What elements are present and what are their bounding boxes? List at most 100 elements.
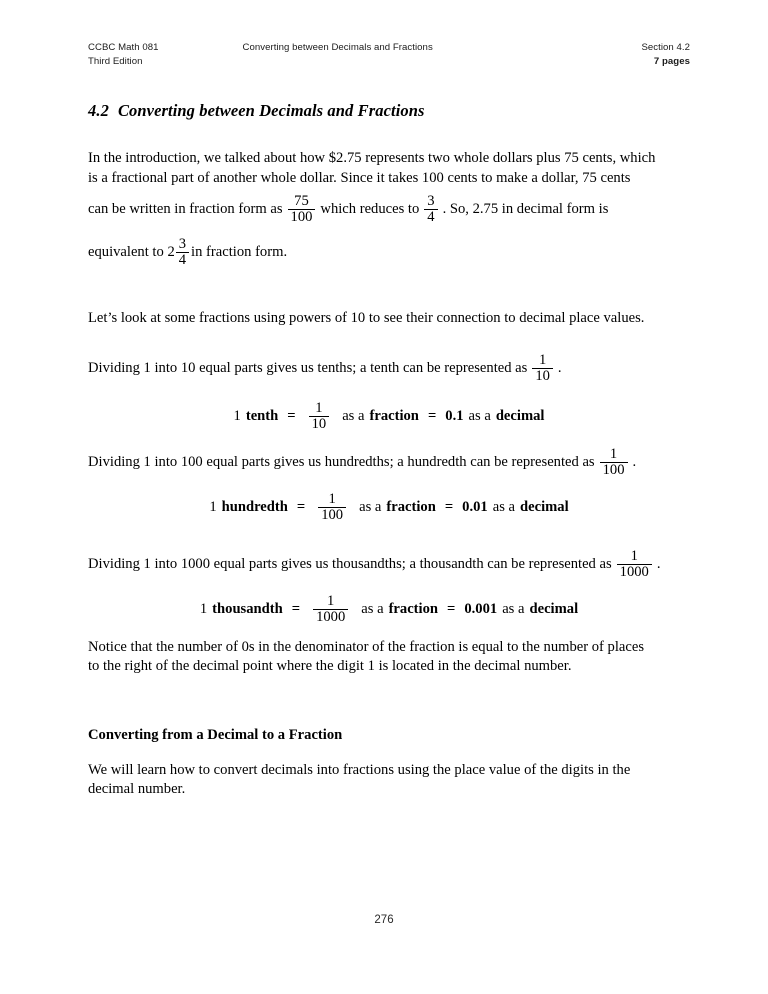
intro-text-line3a: can be written in fraction form as bbox=[88, 201, 283, 218]
fraction-numerator: 75 bbox=[294, 192, 309, 209]
fraction-numerator: 1 bbox=[538, 351, 547, 368]
hundredths-eq-fraction-word: fraction bbox=[386, 499, 436, 516]
hundredths-eq-equals-2: = bbox=[444, 499, 454, 516]
notice-paragraph-line2: to the right of the decimal point where … bbox=[88, 656, 690, 677]
tenths-eq-as-a-1: as a bbox=[342, 408, 365, 425]
hundredths-eq-decimal-word: decimal bbox=[520, 499, 569, 516]
fraction-1-over-10: 1 10 bbox=[532, 352, 553, 385]
fraction-3-over-4: 34 bbox=[424, 192, 438, 226]
fraction-1-over-1000: 1 1000 bbox=[616, 547, 652, 581]
tenths-eq-fraction-word: fraction bbox=[369, 408, 419, 425]
section-number: 4.2 bbox=[88, 101, 109, 121]
hundredths-eq-equals-1: = bbox=[296, 499, 306, 516]
fraction-numerator: 1 bbox=[327, 592, 335, 609]
hundredths-sentence: Dividing 1 into 100 equal parts gives us… bbox=[88, 446, 690, 479]
thousandths-equation: 1 thousandth = 1 1000 as a fraction = 0.001 as ad… bbox=[88, 593, 690, 626]
edition-label: Third Edition bbox=[88, 55, 143, 67]
tenths-eq-count: 1 bbox=[233, 408, 241, 425]
page-count-label: 7 pages bbox=[653, 55, 690, 67]
converting-section-heading: Converting from a Decimal to a Fraction bbox=[88, 725, 690, 745]
hundredths-equation: 1 hundredth = 1 100 as a fraction = 0.01 as a deci… bbox=[88, 491, 690, 524]
tenths-eq-decimal-word: decimal bbox=[495, 408, 545, 425]
thousandths-eq-name: thousandth bbox=[212, 601, 283, 618]
intro-text-line4a: equivalent to bbox=[88, 244, 164, 261]
fraction-numerator: 3 bbox=[427, 192, 435, 209]
intro-paragraph-line4: equivalent to 2 3 4 in fraction form. bbox=[88, 236, 690, 269]
intro-text-line4b: in fraction form. bbox=[191, 244, 288, 261]
tenths-sentence-period: . bbox=[557, 360, 562, 377]
running-head-left: CCBC Math 081 Third Edition bbox=[88, 41, 159, 68]
thousandths-sentence: Dividing 1 into 1000 equal parts gives u… bbox=[88, 548, 690, 581]
intro-text-line1: In the introduction, we talked about how… bbox=[88, 150, 656, 166]
fraction-numerator: 1 bbox=[609, 445, 618, 462]
fraction-denominator: 4 bbox=[178, 251, 187, 268]
running-head-right: Section 4.2 7 pages bbox=[641, 41, 690, 68]
hundredths-sentence-text: Dividing 1 into 100 equal parts gives us… bbox=[88, 454, 595, 471]
lead-in-paragraph: Let’s look at some fractions using power… bbox=[88, 308, 690, 329]
thousandths-sentence-period: . bbox=[656, 556, 661, 573]
intro-paragraph-line3: can be written in fraction form as 75 100 w… bbox=[88, 193, 690, 226]
converting-text-line2: decimal number. bbox=[88, 781, 186, 797]
fraction-denominator: 10 bbox=[535, 367, 550, 384]
fraction-denominator: 4 bbox=[427, 208, 435, 225]
tenths-eq-decimal-value: 0.1 bbox=[445, 408, 464, 425]
fraction-numerator: 1 bbox=[315, 399, 323, 416]
lead-in-text: Let’s look at some fractions using power… bbox=[88, 310, 645, 326]
converting-heading-text: Converting from a Decimal to a Fraction bbox=[88, 727, 343, 743]
course-name: CCBC Math 081 bbox=[88, 42, 159, 53]
fraction-3-over-4: 34 bbox=[175, 235, 190, 269]
thousandths-sentence-text: Dividing 1 into 1000 equal parts gives u… bbox=[88, 556, 612, 573]
tenths-sentence-text: Dividing 1 into 10 equal parts gives us … bbox=[88, 360, 528, 377]
notice-text-line2: to the right of the decimal point where … bbox=[88, 658, 572, 674]
hundredths-eq-as-a-1: as a bbox=[359, 499, 382, 516]
hundredths-eq-name: hundredth bbox=[221, 499, 288, 516]
page-title: 4.2 Converting between Decimals and Fract… bbox=[88, 101, 425, 121]
hundredths-eq-decimal-value: 0.01 bbox=[462, 499, 488, 516]
section-title-text: Converting between Decimals and Fraction… bbox=[117, 101, 425, 121]
thousandths-eq-equals-2: = bbox=[447, 601, 456, 618]
fraction-denominator: 100 bbox=[602, 461, 625, 478]
fraction-denominator: 100 bbox=[290, 208, 313, 225]
tenths-eq-equals-1: = bbox=[287, 408, 296, 425]
converting-text-line1: We will learn how to convert decimals in… bbox=[88, 762, 631, 778]
document-page: CCBC Math 081 Third Edition Converting b… bbox=[0, 0, 768, 994]
fraction-numerator: 3 bbox=[178, 235, 187, 252]
tenths-eq-name: tenth bbox=[245, 408, 279, 425]
running-head: CCBC Math 081 Third Edition Converting b… bbox=[88, 41, 690, 68]
thousandths-eq-equals-1: = bbox=[291, 601, 301, 618]
fraction-1-over-10: 1 10 bbox=[308, 399, 330, 433]
tenths-eq-equals-2: = bbox=[427, 408, 437, 425]
thousandths-eq-fraction-word: fraction bbox=[388, 601, 439, 618]
intro-paragraph-line2: is a fractional part of another whole do… bbox=[88, 168, 690, 189]
intro-text-line3c: . So, 2.75 in decimal form is bbox=[442, 201, 609, 218]
hundredths-eq-as-a-2: as a bbox=[492, 499, 516, 516]
fraction-denominator: 100 bbox=[321, 506, 344, 523]
page-number: 276 bbox=[0, 914, 768, 926]
thousandths-eq-as-a-2: as a bbox=[502, 601, 525, 618]
thousandths-eq-decimal-value: 0.001 bbox=[464, 601, 498, 618]
intro-text-line2: is a fractional part of another whole do… bbox=[88, 170, 631, 186]
fraction-numerator: 1 bbox=[328, 490, 336, 507]
converting-paragraph-line1: We will learn how to convert decimals in… bbox=[88, 760, 690, 781]
converting-paragraph-line2: decimal number. bbox=[88, 779, 690, 800]
thousandths-eq-as-a-1: as a bbox=[361, 601, 384, 618]
fraction-denominator: 10 bbox=[311, 415, 327, 432]
thousandths-eq-count: 1 bbox=[199, 601, 208, 618]
running-head-center: Converting between Decimals and Fraction… bbox=[187, 41, 433, 55]
intro-paragraph-line1: In the introduction, we talked about how… bbox=[88, 148, 690, 169]
fraction-1-over-100: 1 100 bbox=[599, 445, 628, 479]
fraction-denominator: 1000 bbox=[619, 563, 649, 580]
tenths-sentence: Dividing 1 into 10 equal parts gives us … bbox=[88, 352, 690, 385]
notice-paragraph-line1: Notice that the number of 0s in the deno… bbox=[88, 637, 690, 658]
page-number-text: 276 bbox=[374, 914, 394, 926]
hundredths-eq-count: 1 bbox=[209, 499, 217, 516]
thousandths-eq-decimal-word: decimal bbox=[529, 601, 579, 618]
fraction-numerator: 1 bbox=[630, 547, 638, 564]
tenths-equation: 1 tenth = 1 10 as a fraction = 0.1 as a decimal bbox=[88, 400, 690, 433]
section-label: Section 4.2 bbox=[641, 42, 690, 53]
hundredths-sentence-period: . bbox=[632, 454, 637, 471]
fraction-1-over-100: 1 100 bbox=[318, 490, 347, 524]
mixed-number-whole-part: 2 bbox=[167, 244, 175, 261]
notice-text-line1: Notice that the number of 0s in the deno… bbox=[88, 639, 645, 655]
intro-text-line3b: which reduces to bbox=[320, 201, 420, 218]
